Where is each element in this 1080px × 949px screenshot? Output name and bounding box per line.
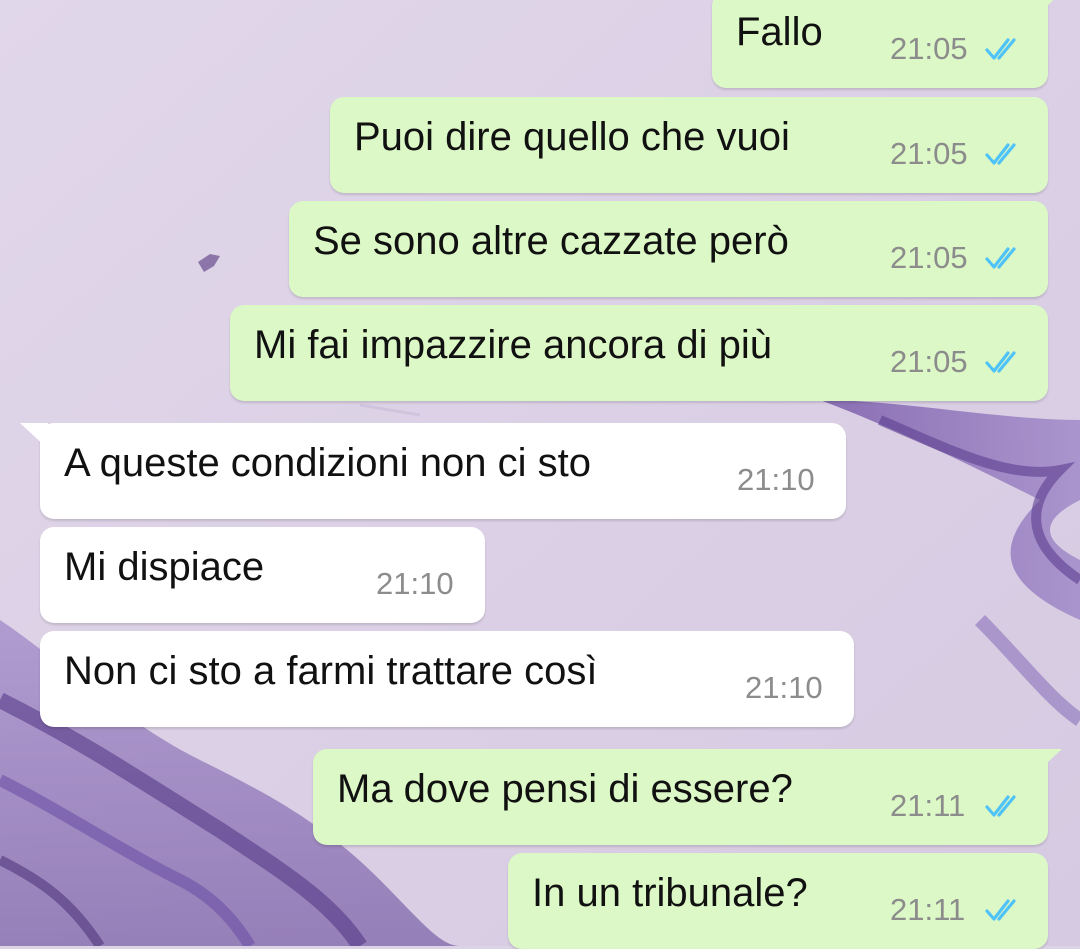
double-check-icon <box>985 143 1016 165</box>
bubble-tail <box>20 423 48 449</box>
message-timestamp: 21:10 <box>376 566 454 601</box>
message-timestamp: 21:11 <box>890 788 966 823</box>
message-timestamp: 21:10 <box>745 670 823 705</box>
double-check-icon <box>985 38 1016 60</box>
message-text: Mi dispiace <box>64 545 265 589</box>
message-text: Puoi dire quello che vuoi <box>354 115 790 159</box>
message-list[interactable]: Fallo 21:05 Puoi dire quello che vuoi 21… <box>0 0 1080 949</box>
double-check-icon <box>985 247 1016 269</box>
double-check-icon <box>985 795 1016 817</box>
message-text: Non ci sto a farmi trattare così <box>64 649 598 693</box>
message-timestamp: 21:10 <box>737 462 815 497</box>
message-text: In un tribunale? <box>532 871 808 915</box>
message-timestamp: 21:05 <box>890 31 968 66</box>
bubble-tail <box>1034 749 1062 775</box>
message-bubble-incoming[interactable]: A queste condizioni non ci sto 21:10 <box>20 423 846 519</box>
message-timestamp: 21:11 <box>890 892 966 927</box>
message-bubble-outgoing[interactable]: Puoi dire quello che vuoi 21:05 <box>330 97 1048 193</box>
message-text: Ma dove pensi di essere? <box>337 767 793 811</box>
message-timestamp: 21:05 <box>890 344 968 379</box>
bubble-tail <box>1034 0 1054 18</box>
message-bubble-outgoing[interactable]: Ma dove pensi di essere? 21:11 <box>313 749 1062 845</box>
message-bubble-outgoing[interactable]: In un tribunale? 21:11 <box>508 853 1048 949</box>
message-timestamp: 21:05 <box>890 240 968 275</box>
message-text: Se sono altre cazzate però <box>313 219 789 263</box>
message-text: Mi fai impazzire ancora di più <box>254 323 772 367</box>
message-text: A queste condizioni non ci sto <box>64 441 592 485</box>
message-bubble-incoming[interactable]: Non ci sto a farmi trattare così 21:10 <box>40 631 854 727</box>
message-bubble-outgoing[interactable]: Fallo 21:05 <box>712 0 1054 88</box>
message-bubble-outgoing[interactable]: Se sono altre cazzate però 21:05 <box>289 201 1048 297</box>
message-bubble-outgoing[interactable]: Mi fai impazzire ancora di più 21:05 <box>230 305 1048 401</box>
double-check-icon <box>985 351 1016 373</box>
message-timestamp: 21:05 <box>890 136 968 171</box>
double-check-icon <box>985 899 1016 921</box>
message-text: Fallo <box>736 10 823 54</box>
message-bubble-incoming[interactable]: Mi dispiace 21:10 <box>40 527 485 623</box>
